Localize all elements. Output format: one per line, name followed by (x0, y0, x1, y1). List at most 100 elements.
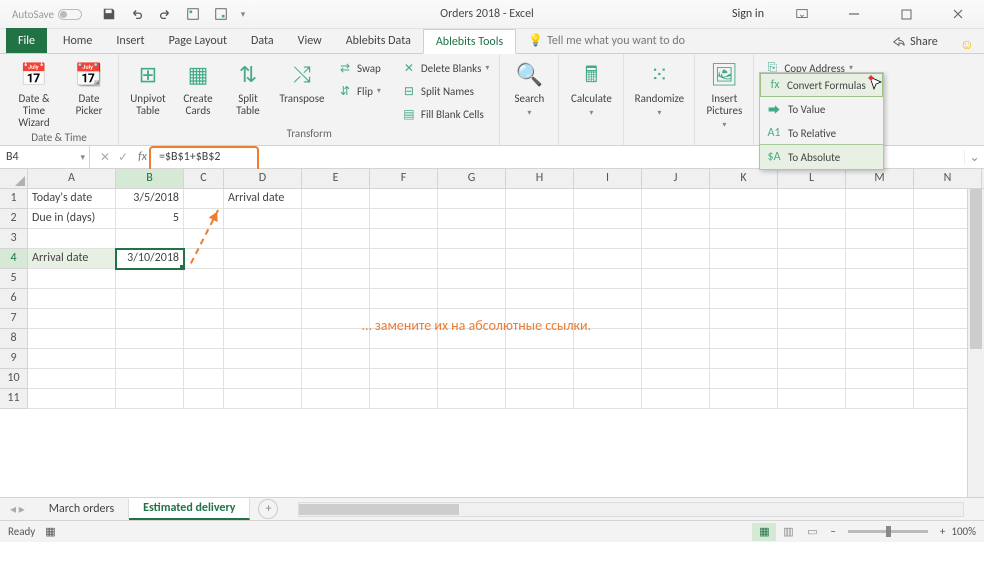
cell-F11[interactable] (370, 389, 438, 409)
col-F[interactable]: F (370, 169, 438, 188)
cell-E8[interactable] (302, 329, 370, 349)
cell-K8[interactable] (710, 329, 778, 349)
cell-A8[interactable] (28, 329, 116, 349)
col-E[interactable]: E (302, 169, 370, 188)
cell-K10[interactable] (710, 369, 778, 389)
cell-B1[interactable]: 3/5/2018 (116, 189, 184, 209)
cell-B8[interactable] (116, 329, 184, 349)
cell-I3[interactable] (574, 229, 642, 249)
create-cards-button[interactable]: ▦Create Cards (175, 57, 221, 119)
cell-D11[interactable] (224, 389, 302, 409)
cell-L4[interactable] (778, 249, 846, 269)
cell-B3[interactable] (116, 229, 184, 249)
cell-K5[interactable] (710, 269, 778, 289)
feedback-icon[interactable]: ☺ (950, 36, 984, 53)
cell-A1[interactable]: Today's date (28, 189, 116, 209)
autosave-toggle[interactable] (58, 9, 82, 20)
ribbon-options-button[interactable] (780, 0, 824, 29)
cell-H3[interactable] (506, 229, 574, 249)
cell-G3[interactable] (438, 229, 506, 249)
cell-M8[interactable] (846, 329, 914, 349)
accept-formula-icon[interactable]: ✓ (118, 150, 128, 165)
cell-D8[interactable] (224, 329, 302, 349)
col-N[interactable]: N (914, 169, 982, 188)
cell-K7[interactable] (710, 309, 778, 329)
cell-D6[interactable] (224, 289, 302, 309)
cell-M2[interactable] (846, 209, 914, 229)
cell-L6[interactable] (778, 289, 846, 309)
normal-view-button[interactable]: ▦ (752, 523, 776, 541)
transpose-button[interactable]: ⤭Transpose (275, 57, 329, 107)
cell-C11[interactable] (184, 389, 224, 409)
cell-F10[interactable] (370, 369, 438, 389)
unpivot-table-button[interactable]: ⊞Unpivot Table (125, 57, 171, 119)
cell-J2[interactable] (642, 209, 710, 229)
cell-G1[interactable] (438, 189, 506, 209)
sheet-nav[interactable]: ◂ ▸ (0, 502, 35, 517)
cell-J8[interactable] (642, 329, 710, 349)
tab-file[interactable]: File (6, 28, 47, 53)
page-break-view-button[interactable]: ▭ (800, 523, 824, 541)
cell-L11[interactable] (778, 389, 846, 409)
cell-E10[interactable] (302, 369, 370, 389)
cell-C10[interactable] (184, 369, 224, 389)
cell-D1[interactable]: Arrival date (224, 189, 302, 209)
cell-M9[interactable] (846, 349, 914, 369)
cell-D7[interactable] (224, 309, 302, 329)
cell-C8[interactable] (184, 329, 224, 349)
row-2[interactable]: 2 (0, 209, 28, 229)
row-11[interactable]: 11 (0, 389, 28, 409)
split-table-button[interactable]: ⇅Split Table (225, 57, 271, 119)
col-A[interactable]: A (28, 169, 116, 188)
cell-M1[interactable] (846, 189, 914, 209)
cell-K9[interactable] (710, 349, 778, 369)
cell-J3[interactable] (642, 229, 710, 249)
cell-E6[interactable] (302, 289, 370, 309)
cell-L2[interactable] (778, 209, 846, 229)
cell-A7[interactable] (28, 309, 116, 329)
cell-C9[interactable] (184, 349, 224, 369)
cell-C7[interactable] (184, 309, 224, 329)
expand-formula-bar[interactable]: ⌄ (964, 150, 984, 165)
cell-I5[interactable] (574, 269, 642, 289)
cell-E11[interactable] (302, 389, 370, 409)
new-sheet-button[interactable]: + (258, 499, 278, 519)
cell-L9[interactable] (778, 349, 846, 369)
name-box[interactable]: B4 (0, 146, 90, 168)
cell-J5[interactable] (642, 269, 710, 289)
minimize-button[interactable] (832, 0, 876, 29)
cell-G4[interactable] (438, 249, 506, 269)
cell-M5[interactable] (846, 269, 914, 289)
cell-E4[interactable] (302, 249, 370, 269)
cell-B7[interactable] (116, 309, 184, 329)
cell-G6[interactable] (438, 289, 506, 309)
cell-E7[interactable] (302, 309, 370, 329)
cell-M11[interactable] (846, 389, 914, 409)
row-4[interactable]: 4 (0, 249, 28, 269)
cell-I11[interactable] (574, 389, 642, 409)
cell-K6[interactable] (710, 289, 778, 309)
cell-E5[interactable] (302, 269, 370, 289)
cell-A6[interactable] (28, 289, 116, 309)
cell-M6[interactable] (846, 289, 914, 309)
to-absolute-item[interactable]: $ATo Absolute (760, 145, 883, 169)
row-6[interactable]: 6 (0, 289, 28, 309)
cell-F6[interactable] (370, 289, 438, 309)
cell-A4[interactable]: Arrival date (28, 249, 116, 269)
zoom-in-button[interactable]: + (940, 525, 945, 538)
cell-L1[interactable] (778, 189, 846, 209)
col-M[interactable]: M (846, 169, 914, 188)
cell-J4[interactable] (642, 249, 710, 269)
cell-E9[interactable] (302, 349, 370, 369)
search-button[interactable]: 🔍Search▾ (506, 57, 552, 121)
col-I[interactable]: I (574, 169, 642, 188)
cell-J9[interactable] (642, 349, 710, 369)
col-G[interactable]: G (438, 169, 506, 188)
randomize-button[interactable]: ⁙Randomize▾ (630, 57, 688, 121)
cell-I10[interactable] (574, 369, 642, 389)
macro-icon[interactable]: ▦ (45, 525, 55, 538)
cell-A5[interactable] (28, 269, 116, 289)
cell-E2[interactable] (302, 209, 370, 229)
maximize-button[interactable] (884, 0, 928, 29)
to-value-item[interactable]: ⮕To Value (760, 97, 883, 121)
